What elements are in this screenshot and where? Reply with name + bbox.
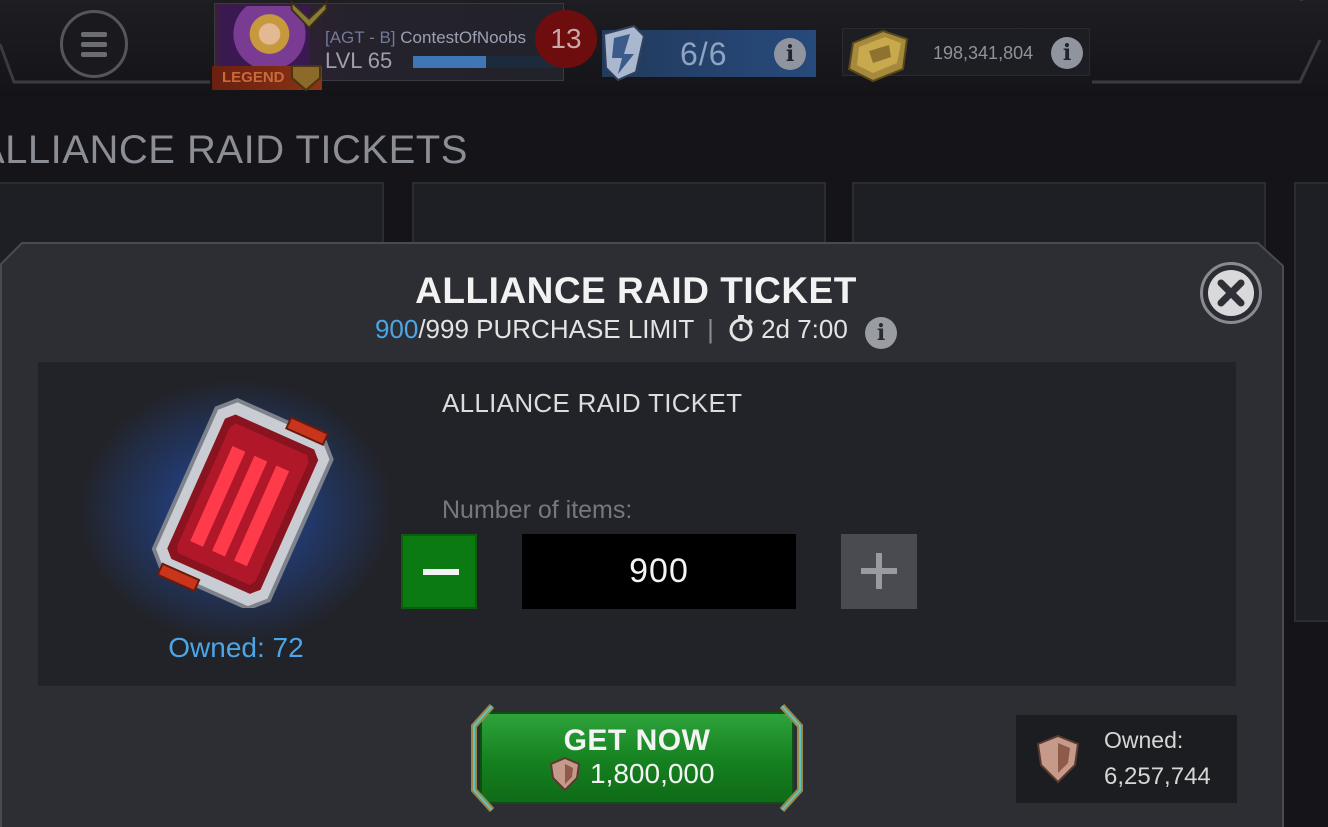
- get-now-price: 1,800,000: [590, 758, 715, 789]
- top-bar: [AGT - B] ContestOfNoobs LVL 65 LEGEND 1…: [0, 0, 1328, 98]
- xp-bar-fill: [413, 56, 486, 68]
- quantity-input[interactable]: 900: [522, 534, 796, 609]
- player-name: ContestOfNoobs: [400, 28, 526, 47]
- stopwatch-icon: [729, 315, 754, 342]
- hamburger-line: [81, 51, 107, 57]
- purchase-limit: 900/999 PURCHASE LIMIT | 2d 7:00 i: [0, 314, 1272, 349]
- hamburger-line: [81, 41, 107, 47]
- gold-icon: [847, 29, 909, 83]
- close-icon: [1217, 279, 1245, 307]
- energy-icon: [602, 24, 646, 82]
- get-now-button[interactable]: GET NOW 1,800,000: [466, 704, 808, 812]
- close-button[interactable]: [1200, 262, 1262, 324]
- page-title: ALLIANCE RAID TICKETS: [0, 128, 468, 172]
- gold-info-icon[interactable]: i: [1051, 37, 1083, 69]
- notification-badge[interactable]: 13: [535, 10, 597, 68]
- alliance-name: [AGT - B] ContestOfNoobs: [325, 28, 526, 48]
- player-level: LVL 65: [325, 48, 393, 73]
- timer-value: 2d 7:00: [761, 314, 848, 344]
- rank-chevron-icon: [290, 0, 328, 30]
- xp-bar: [413, 56, 559, 68]
- right-bracket-icon: [779, 704, 803, 812]
- alliance-token-icon: [549, 756, 581, 792]
- energy-value: 6/6: [680, 36, 728, 72]
- purchase-max: /999 PURCHASE LIMIT: [418, 314, 694, 344]
- energy-info-icon[interactable]: i: [774, 38, 806, 70]
- hamburger-line: [81, 31, 107, 37]
- plus-icon-vertical: [876, 553, 882, 589]
- menu-button[interactable]: [60, 10, 128, 78]
- alliance-tag: [AGT - B]: [325, 28, 396, 47]
- decrease-quantity-button[interactable]: [401, 534, 477, 609]
- item-owned-count: Owned: 72: [168, 632, 304, 663]
- currency-owned-label: Owned:: [1104, 727, 1184, 753]
- limit-info-icon[interactable]: i: [865, 317, 898, 349]
- quantity-label: Number of items:: [442, 496, 633, 524]
- energy-counter[interactable]: 6/6 i: [602, 24, 816, 82]
- minus-icon: [423, 569, 459, 575]
- increase-quantity-button[interactable]: [841, 534, 917, 609]
- alliance-token-icon: [1036, 734, 1080, 784]
- currency-owned-value: 6,257,744: [1104, 763, 1211, 790]
- raid-ticket-icon: [151, 398, 334, 608]
- limit-separator: |: [707, 314, 714, 344]
- get-now-label: GET NOW: [563, 724, 711, 757]
- purchase-current: 900: [374, 314, 419, 344]
- gold-value: 198,341,804: [933, 43, 1034, 63]
- modal-title: ALLIANCE RAID TICKET: [415, 270, 857, 311]
- item-name: ALLIANCE RAID TICKET: [442, 388, 743, 418]
- rank-crest-icon: [291, 65, 321, 92]
- gold-counter[interactable]: 198,341,804 i: [842, 28, 1090, 83]
- left-bracket-icon: [471, 704, 495, 812]
- store-card[interactable]: [1294, 182, 1328, 622]
- currency-owned-panel: Owned: 6,257,744: [1016, 715, 1237, 803]
